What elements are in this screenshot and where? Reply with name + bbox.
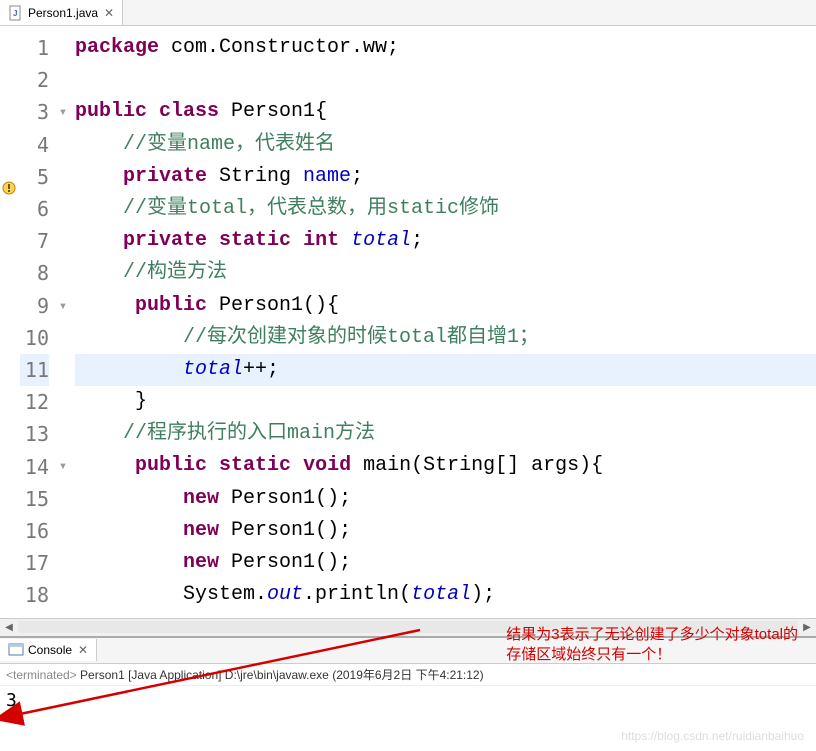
code-line[interactable]: //每次创建对象的时候total都自增1； bbox=[75, 322, 816, 354]
annotation-line-2: 存储区域始终只有一个！ bbox=[506, 645, 798, 665]
fold-toggle bbox=[55, 161, 71, 193]
fold-toggle bbox=[55, 515, 71, 547]
fold-toggle[interactable]: ▾ bbox=[55, 290, 71, 322]
launch-config-text: Person1 [Java Application] D:\jre\bin\ja… bbox=[77, 668, 484, 682]
fold-toggle bbox=[55, 225, 71, 257]
console-tab-close-icon[interactable]: ✕ bbox=[78, 643, 88, 657]
svg-text:J: J bbox=[13, 9, 17, 18]
console-status: <terminated> Person1 [Java Application] … bbox=[0, 664, 816, 686]
fold-toggle bbox=[55, 354, 71, 386]
watermark: https://blog.csdn.net/ruidianbaihuo bbox=[621, 729, 804, 743]
line-number: 3 bbox=[20, 96, 49, 128]
line-number: 7 bbox=[20, 225, 49, 257]
scroll-right-icon[interactable]: ▶ bbox=[798, 618, 816, 636]
line-number: 1 bbox=[20, 32, 49, 64]
code-line[interactable]: new Person1(); bbox=[75, 547, 816, 579]
terminated-label: <terminated> bbox=[6, 668, 77, 682]
fold-toggle bbox=[55, 483, 71, 515]
console-tab-label: Console bbox=[28, 643, 72, 657]
line-number: 16 bbox=[20, 515, 49, 547]
code-line[interactable]: package com.Constructor.ww; bbox=[75, 32, 816, 64]
fold-toggle bbox=[55, 129, 71, 161]
code-line[interactable]: private String name; bbox=[75, 161, 816, 193]
code-line[interactable]: new Person1(); bbox=[75, 483, 816, 515]
fold-toggle[interactable]: ▾ bbox=[55, 96, 71, 128]
fold-toggle bbox=[55, 386, 71, 418]
line-number: 4 bbox=[20, 129, 49, 161]
console-tab[interactable]: Console ✕ bbox=[0, 639, 97, 661]
line-number: 14 bbox=[20, 451, 49, 483]
line-number: 9 bbox=[20, 290, 49, 322]
code-line[interactable]: } bbox=[75, 386, 816, 418]
code-line[interactable]: public Person1(){ bbox=[75, 290, 816, 322]
fold-toggle bbox=[55, 64, 71, 96]
annotation-line-1: 结果为3表示了无论创建了多少个对象total的 bbox=[506, 625, 798, 645]
fold-toggle bbox=[55, 32, 71, 64]
line-number-gutter: 123456789101112131415161718 bbox=[20, 26, 55, 618]
code-line[interactable]: //变量total，代表总数，用static修饰 bbox=[75, 193, 816, 225]
fold-toggle bbox=[55, 257, 71, 289]
line-number: 8 bbox=[20, 257, 49, 289]
code-line[interactable]: public static void main(String[] args){ bbox=[75, 450, 816, 482]
line-number: 10 bbox=[20, 322, 49, 354]
fold-toggle bbox=[55, 193, 71, 225]
file-tab[interactable]: J Person1.java ✕ bbox=[0, 0, 123, 25]
line-number: 13 bbox=[20, 418, 49, 450]
tab-close-icon[interactable]: ✕ bbox=[104, 6, 114, 20]
line-number: 18 bbox=[20, 579, 49, 611]
annotation-text: 结果为3表示了无论创建了多少个对象total的 存储区域始终只有一个！ bbox=[506, 625, 798, 665]
fold-toggle bbox=[55, 547, 71, 579]
line-number: 15 bbox=[20, 483, 49, 515]
line-number: 11 bbox=[20, 354, 49, 386]
line-number: 5 bbox=[20, 161, 49, 193]
code-line[interactable]: //变量name，代表姓名 bbox=[75, 129, 816, 161]
code-line[interactable] bbox=[75, 64, 816, 96]
tab-filename: Person1.java bbox=[28, 6, 98, 20]
code-line[interactable]: new Person1(); bbox=[75, 515, 816, 547]
fold-gutter: ▾ ▾ ▾ bbox=[55, 26, 71, 618]
fold-toggle bbox=[55, 579, 71, 611]
line-number: 12 bbox=[20, 386, 49, 418]
console-output[interactable]: 3 bbox=[0, 686, 816, 715]
fold-toggle bbox=[55, 418, 71, 450]
code-content[interactable]: package com.Constructor.ww; public class… bbox=[71, 26, 816, 618]
java-file-icon: J bbox=[8, 5, 24, 21]
console-icon bbox=[8, 642, 24, 658]
line-number: 2 bbox=[20, 64, 49, 96]
code-line[interactable]: private static int total; bbox=[75, 225, 816, 257]
code-line[interactable]: total++; bbox=[75, 354, 816, 386]
line-number: 6 bbox=[20, 193, 49, 225]
code-line[interactable]: public class Person1{ bbox=[75, 96, 816, 128]
fold-toggle bbox=[55, 322, 71, 354]
warning-icon bbox=[2, 181, 16, 195]
code-line[interactable]: //构造方法 bbox=[75, 257, 816, 289]
fold-toggle[interactable]: ▾ bbox=[55, 450, 71, 482]
scroll-left-icon[interactable]: ◀ bbox=[0, 618, 18, 636]
line-number: 17 bbox=[20, 547, 49, 579]
code-line[interactable]: System.out.println(total); bbox=[75, 579, 816, 611]
code-line[interactable]: //程序执行的入口main方法 bbox=[75, 418, 816, 450]
code-editor[interactable]: 123456789101112131415161718 ▾▾▾ package … bbox=[0, 26, 816, 618]
editor-tab-bar: J Person1.java ✕ bbox=[0, 0, 816, 26]
marker-gutter bbox=[0, 26, 20, 618]
